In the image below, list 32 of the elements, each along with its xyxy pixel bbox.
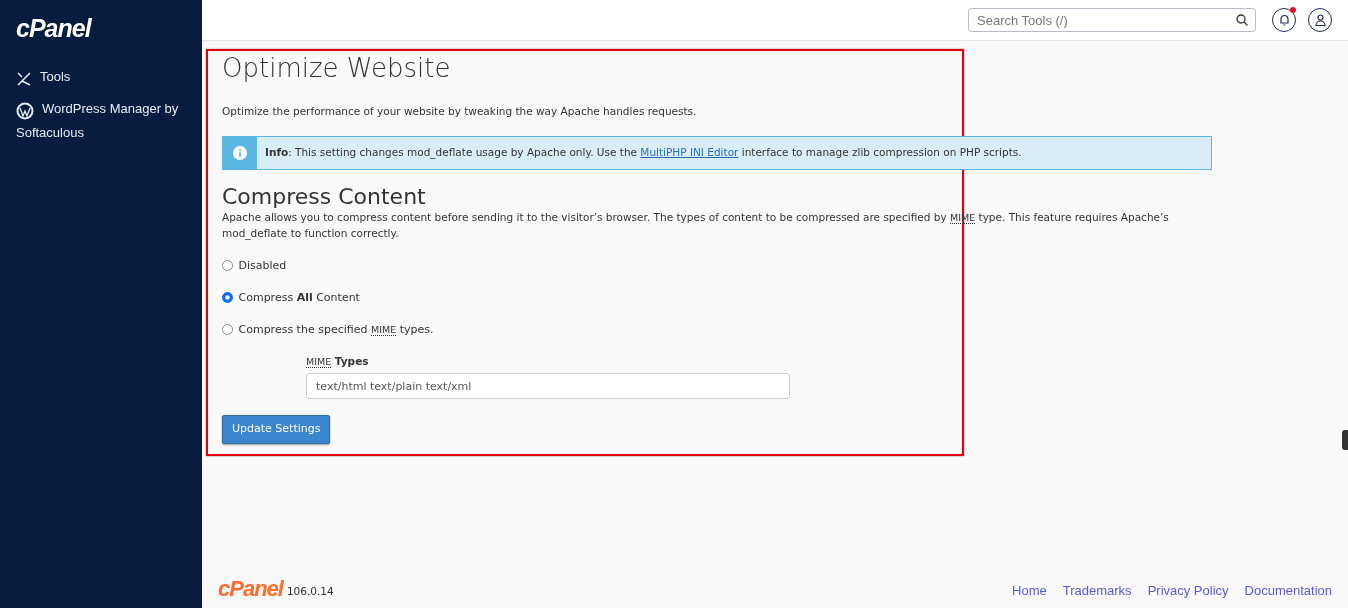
footer-link[interactable]: Home [1012, 580, 1047, 600]
search-field[interactable]: Search Tools (/) [968, 8, 1256, 32]
radio-button[interactable] [222, 292, 233, 304]
notifications-button[interactable] [1272, 8, 1296, 32]
footer-link[interactable]: Trademarks [1062, 580, 1132, 600]
radio-label[interactable]: Disabled [238, 257, 287, 275]
sidebar-item[interactable]: WordPress Manager by Softaculous [16, 97, 186, 145]
search-icon[interactable] [1236, 14, 1248, 26]
mime-types-field[interactable]: text/html text/plain text/xml [306, 373, 790, 400]
version-text: 106.0.14 [286, 584, 334, 600]
radio-label[interactable]: Compress the specified MIME types. [238, 321, 434, 339]
footer-link[interactable]: Documentation [1244, 580, 1332, 600]
page-title: Optimize Website [222, 53, 452, 85]
scroll-handle[interactable] [1342, 430, 1348, 450]
footer-link[interactable]: Privacy Policy [1147, 580, 1229, 600]
radio-label[interactable]: Compress All Content [238, 289, 360, 307]
info-text: Info: This setting changes mod_deflate usage by Apache only. Use the MultiPHP INI Editor interface to manage zlib compression on PHP scripts. [264, 144, 1023, 161]
update-settings-button[interactable]: Update Settings [222, 415, 331, 444]
info-icon [233, 145, 247, 160]
info-link[interactable]: MultiPHP INI Editor [640, 145, 739, 158]
bell-icon [1278, 14, 1290, 26]
radio-button[interactable] [222, 260, 233, 272]
user-icon [1314, 14, 1326, 26]
field-label: MIME Types [306, 353, 370, 370]
logo: cPanel [16, 16, 93, 41]
wordpress-icon [16, 101, 34, 120]
footer-logo: cPanel [218, 578, 283, 600]
intro-text: Optimize the performance of your website by tweaking the way Apache handles requests. [222, 104, 698, 120]
sidebar-item[interactable]: Tools [16, 65, 186, 90]
radio-button[interactable] [222, 324, 233, 336]
user-button[interactable] [1308, 8, 1332, 32]
section-title: Compress Content [222, 183, 427, 211]
